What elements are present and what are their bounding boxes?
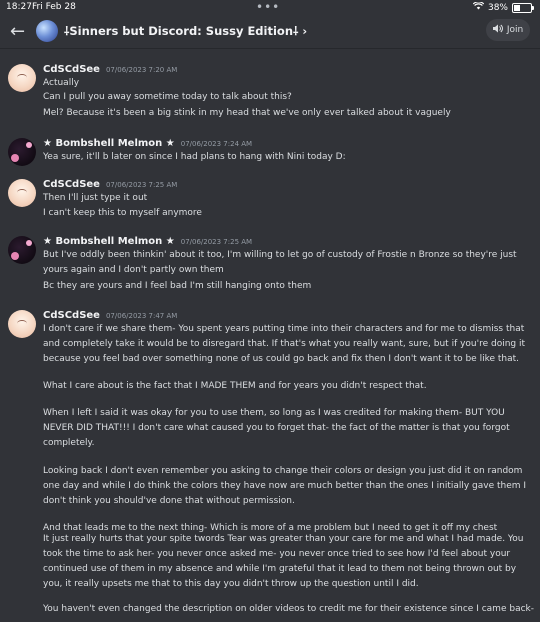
message-line: Yea sure, it'll b later on since I had p…	[43, 152, 346, 162]
channel-header: ← ⸸Sinners but Discord: Sussy Edition⸸ ›…	[0, 14, 540, 49]
speaker-icon	[492, 24, 503, 36]
status-right: 38%	[472, 1, 534, 13]
channel-avatar[interactable]	[36, 20, 58, 42]
join-voice-button[interactable]: Join	[486, 19, 530, 41]
author-name[interactable]: CdSCdSee	[43, 64, 100, 75]
message-line: Can I pull you away sometime today to ta…	[43, 92, 292, 102]
message-line: But I've oddly been thinkin' about it to…	[43, 250, 517, 260]
message-timestamp: 07/06/2023 7:20 AM	[105, 66, 178, 74]
arrow-left-icon[interactable]: ←	[10, 21, 25, 42]
message-line: Mel? Because it's been a big stink in my…	[43, 108, 451, 118]
wifi-icon	[472, 1, 485, 13]
avatar[interactable]	[8, 310, 36, 338]
author-name[interactable]: ★ Bombshell Melmon ★	[43, 138, 175, 149]
status-bar: 18:27 Fri Feb 28 ••• 38%	[0, 0, 540, 14]
avatar[interactable]	[8, 236, 36, 264]
message-author[interactable]: ★ Bombshell Melmon ★ 07/06/2023 7:24 AM	[43, 138, 252, 149]
message-paragraph: Looking back I don't even remember you a…	[43, 466, 527, 506]
avatar[interactable]	[8, 64, 36, 92]
message-author[interactable]: ★ Bombshell Melmon ★ 07/06/2023 7:25 AM	[43, 236, 252, 247]
message-paragraph: What I care about is the fact that I MAD…	[43, 381, 427, 391]
message-timestamp: 07/06/2023 7:47 AM	[105, 312, 178, 320]
multitasking-dots-icon[interactable]: •••	[256, 0, 280, 14]
status-date: Fri Feb 28	[32, 2, 76, 12]
author-name[interactable]: CdSCdSee	[43, 179, 100, 190]
battery-percent: 38%	[487, 2, 508, 13]
message-line: I can't keep this to myself anymore	[43, 208, 202, 218]
message-line: yours again and I don't partly own them	[43, 265, 224, 275]
message-line: Actually	[43, 78, 80, 88]
message-line: Bc they are yours and I feel bad I'm sti…	[43, 281, 312, 291]
message-paragraph: I don't care if we share them- You spent…	[43, 324, 526, 364]
message-timestamp: 07/06/2023 7:24 AM	[180, 140, 253, 148]
message-author[interactable]: CdSCdSee 07/06/2023 7:47 AM	[43, 310, 177, 321]
channel-title[interactable]: ⸸Sinners but Discord: Sussy Edition⸸ ›	[64, 24, 307, 39]
avatar[interactable]	[8, 138, 36, 166]
message-timestamp: 07/06/2023 7:25 AM	[105, 181, 178, 189]
message-author[interactable]: CdSCdSee 07/06/2023 7:25 AM	[43, 179, 177, 190]
message-line: Then I'll just type it out	[43, 193, 148, 203]
message-author[interactable]: CdSCdSee 07/06/2023 7:20 AM	[43, 64, 177, 75]
author-name[interactable]: CdSCdSee	[43, 310, 100, 321]
message-paragraph: It just really hurts that your spite two…	[43, 534, 524, 589]
author-name[interactable]: ★ Bombshell Melmon ★	[43, 236, 175, 247]
status-time: 18:27	[6, 2, 32, 12]
avatar[interactable]	[8, 179, 36, 207]
message-timestamp: 07/06/2023 7:25 AM	[180, 238, 253, 246]
join-label: Join	[506, 25, 524, 35]
message-paragraph: When I left I said it was okay for you t…	[43, 408, 510, 448]
battery-icon	[512, 2, 534, 13]
message-paragraph: You haven't even changed the description…	[43, 604, 534, 614]
